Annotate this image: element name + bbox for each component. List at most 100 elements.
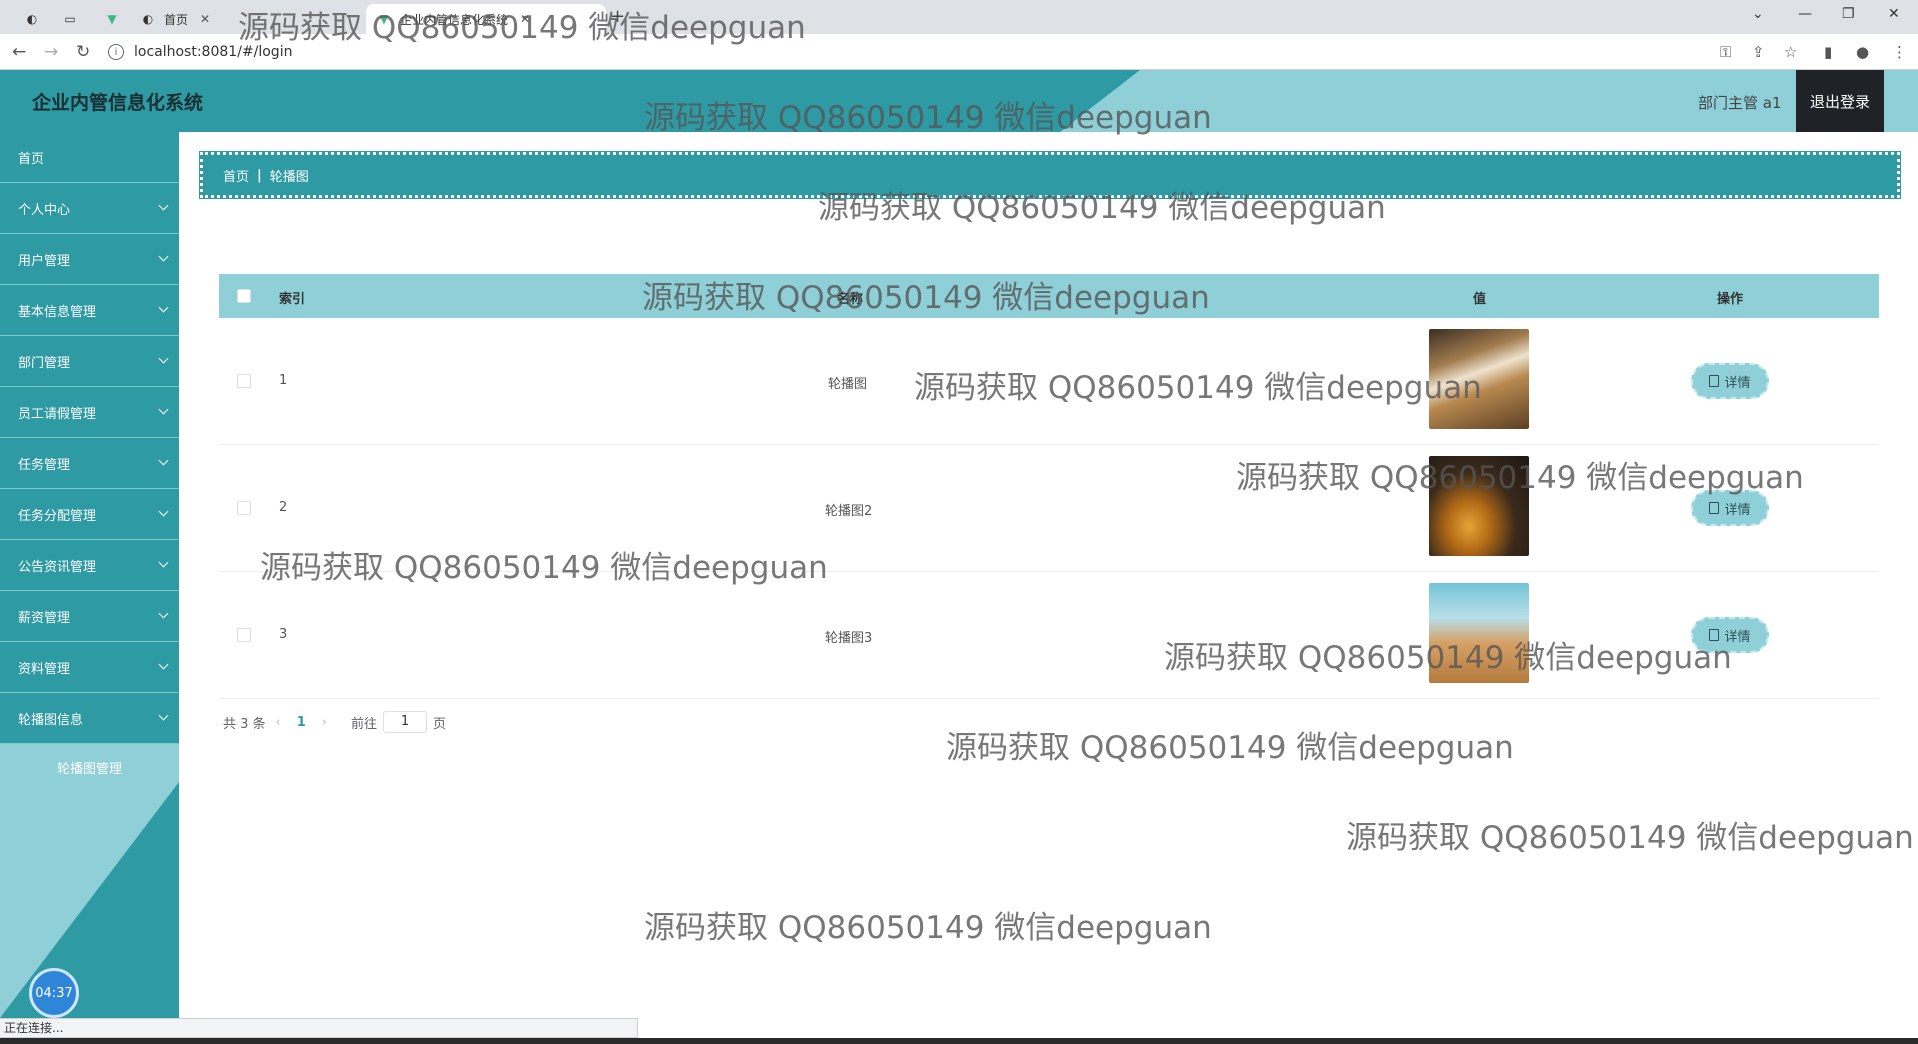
vue-icon: ▼ (379, 12, 389, 26)
key-icon[interactable]: ⚿ (1720, 43, 1731, 61)
chevron-down-icon (158, 455, 169, 466)
prev-page-icon[interactable]: ‹ (276, 715, 281, 730)
sidebar-item-carousel[interactable]: 轮播图信息 (0, 693, 179, 744)
sidebar-item-label: 用户管理 (18, 253, 71, 269)
sidebar-item-personal-center[interactable]: 个人中心 (0, 183, 179, 234)
browser-tab-active[interactable]: ▼ 企业内管信息化系统 ✕ (366, 4, 606, 34)
breadcrumb-home[interactable]: 首页 (223, 166, 249, 185)
sidebar-item-departments[interactable]: 部门管理 (0, 336, 179, 387)
tab-label: 首页 (164, 12, 189, 27)
sidebar-subitem-carousel-management[interactable]: 轮播图管理 (0, 744, 179, 790)
carousel-image[interactable] (1429, 329, 1529, 429)
document-icon (1709, 375, 1720, 387)
detail-button[interactable]: 详情 (1691, 363, 1769, 399)
sidebar-decoration (0, 782, 179, 1018)
pagination: 共 3 条 ‹ 1 › 前往 1 页 (223, 711, 447, 733)
vue-icon: ▼ (107, 12, 117, 26)
sidebar-item-label: 员工请假管理 (18, 406, 97, 422)
chevron-down-icon (158, 557, 169, 568)
row-checkbox[interactable] (237, 628, 251, 642)
sidebar-item-home[interactable]: 首页 (0, 132, 179, 183)
sidepanel-icon[interactable]: ▮ (1824, 43, 1832, 61)
watermark: 源码获取 QQ86050149 微信deepguan (1346, 820, 1914, 856)
close-tab-icon[interactable]: ✕ (520, 12, 530, 26)
sidebar-item-label: 任务分配管理 (18, 508, 97, 524)
menu-dots-icon[interactable]: ⋮ (1892, 43, 1907, 61)
detail-button[interactable]: 详情 (1691, 490, 1769, 526)
pagination-goto-label: 前往 (351, 716, 378, 732)
carousel-image[interactable] (1429, 456, 1529, 556)
page-number-current[interactable]: 1 (297, 715, 306, 730)
clock-badge: 04:37 (29, 968, 79, 1018)
chevron-down-icon (158, 251, 169, 262)
chevron-down-icon (158, 608, 169, 619)
site-info-icon[interactable]: i (108, 44, 124, 60)
globe-icon: ◐ (142, 12, 154, 26)
globe-icon: ◐ (26, 12, 38, 26)
app-title: 企业内管信息化系统 (32, 92, 204, 114)
taskbar-edge (0, 1038, 1918, 1044)
minimize-icon[interactable]: — (1798, 6, 1812, 22)
star-icon[interactable]: ☆ (1784, 43, 1797, 61)
carousel-image[interactable] (1429, 583, 1529, 683)
sidebar-item-salary[interactable]: 薪资管理 (0, 591, 179, 642)
row-checkbox[interactable] (237, 501, 251, 515)
sidebar-item-label: 部门管理 (18, 355, 71, 371)
sidebar: 首页 个人中心 用户管理 基本信息管理 部门管理 员工请假管理 任务管理 任务分… (0, 132, 179, 1018)
forward-icon[interactable]: → (44, 42, 58, 62)
chevron-down-icon (158, 506, 169, 517)
table-header: 索引 名称 值 操作 (219, 274, 1879, 318)
cell-name: 轮播图2 (825, 504, 873, 519)
sidebar-item-label: 任务管理 (18, 457, 71, 473)
document-icon (1709, 502, 1720, 514)
chevron-down-icon (158, 710, 169, 721)
next-page-icon[interactable]: › (322, 715, 327, 730)
browser-tab-bar: ◐ ▭ ▼ ◐ 首页 ✕ ▼ 企业内管信息化系统 ✕ + ⌄ — ❐ ✕ (0, 0, 1918, 34)
app-header: 企业内管信息化系统 部门主管 a1 退出登录 (0, 70, 1918, 132)
sidebar-item-label: 基本信息管理 (18, 304, 97, 320)
profile-icon[interactable]: ● (1856, 43, 1869, 61)
sidebar-item-basic-info[interactable]: 基本信息管理 (0, 285, 179, 336)
chevron-down-icon (158, 353, 169, 364)
breadcrumb: 首页 | 轮播图 (199, 151, 1901, 199)
watermark: 源码获取 QQ86050149 微信deepguan (644, 910, 1212, 946)
pagination-page-unit: 页 (433, 716, 447, 732)
sidebar-item-task-assignment[interactable]: 任务分配管理 (0, 489, 179, 540)
url-field[interactable]: i localhost:8081/#/login (108, 39, 1708, 65)
page-jump-input[interactable]: 1 (383, 711, 428, 733)
chevron-down-icon (158, 302, 169, 313)
tab-list-icon[interactable]: ⌄ (1752, 6, 1764, 22)
cell-index: 1 (279, 373, 288, 388)
share-icon[interactable]: ⇪ (1752, 43, 1765, 61)
sidebar-item-label: 薪资管理 (18, 610, 71, 626)
sidebar-item-label: 资料管理 (18, 661, 71, 677)
cell-index: 2 (279, 500, 288, 515)
chevron-down-icon (158, 659, 169, 670)
sidebar-item-tasks[interactable]: 任务管理 (0, 438, 179, 489)
logout-button[interactable]: 退出登录 (1796, 70, 1884, 132)
maximize-icon[interactable]: ❐ (1842, 6, 1855, 22)
sidebar-item-label: 首页 (18, 151, 45, 167)
sidebar-item-documents[interactable]: 资料管理 (0, 642, 179, 693)
select-all-checkbox[interactable] (237, 289, 251, 303)
sidebar-item-label: 轮播图信息 (18, 712, 84, 728)
user-label: 部门主管 a1 (1698, 94, 1782, 112)
browser-tab-home[interactable]: ◐ 首页 ✕ (130, 4, 220, 34)
detail-button[interactable]: 详情 (1691, 617, 1769, 653)
reload-icon[interactable]: ↻ (76, 42, 90, 62)
sidebar-item-users[interactable]: 用户管理 (0, 234, 179, 285)
cell-name: 轮播图3 (825, 631, 873, 646)
detail-button-label: 详情 (1724, 502, 1751, 518)
sidebar-item-leave[interactable]: 员工请假管理 (0, 387, 179, 438)
url-text: localhost:8081/#/login (134, 44, 293, 60)
carousel-table: 索引 名称 值 操作 1 轮播图 详情 2 轮播图2 详情 3 轮播图3 详情 (219, 274, 1879, 699)
sidebar-item-announcements[interactable]: 公告资讯管理 (0, 540, 179, 591)
back-icon[interactable]: ← (12, 42, 26, 62)
browser-status-bar: 正在连接... (0, 1018, 638, 1038)
row-checkbox[interactable] (237, 374, 251, 388)
new-tab-icon[interactable]: + (610, 6, 625, 27)
close-window-icon[interactable]: ✕ (1888, 6, 1900, 22)
browser-tab[interactable]: ▭ (52, 4, 96, 34)
close-tab-icon[interactable]: ✕ (200, 12, 210, 26)
breadcrumb-separator: | (257, 167, 262, 183)
